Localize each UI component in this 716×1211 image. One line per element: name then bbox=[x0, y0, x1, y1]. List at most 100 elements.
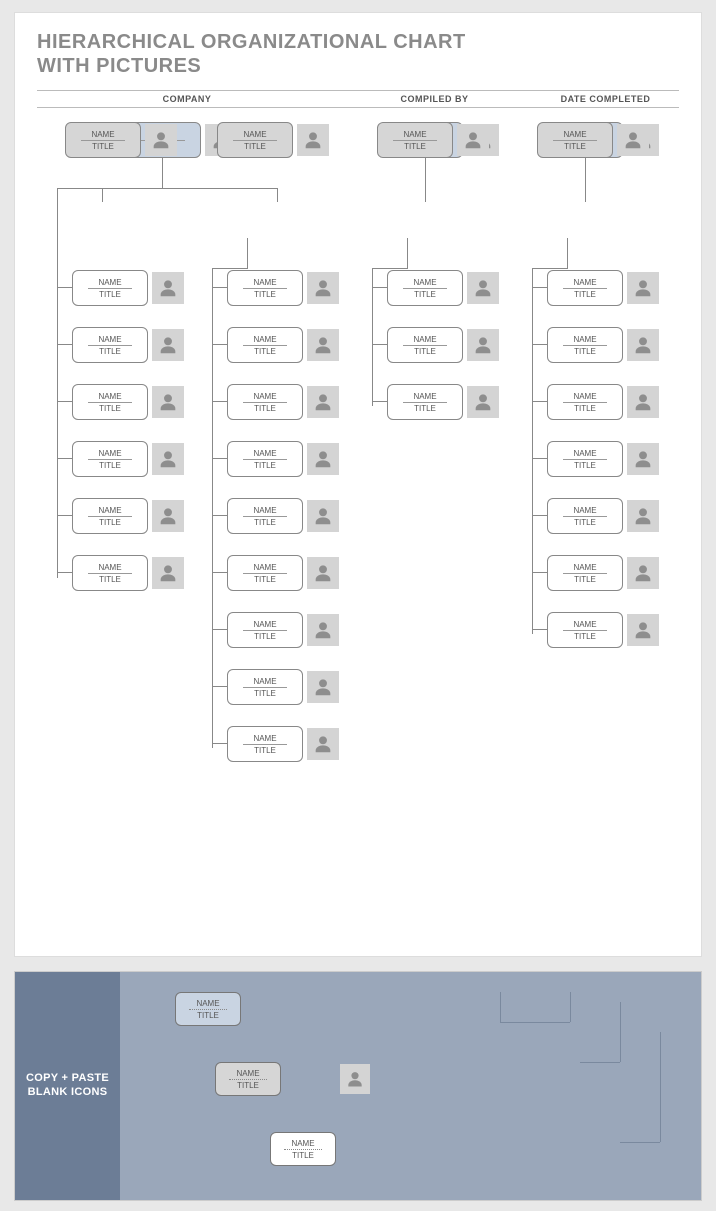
card: NAMETITLE bbox=[387, 327, 463, 363]
org-node-b-child-5[interactable]: NAMETITLE bbox=[227, 555, 339, 591]
org-node-b-child-8[interactable]: NAMETITLE bbox=[227, 726, 339, 762]
card: NAMETITLE bbox=[227, 498, 303, 534]
title: TITLE bbox=[244, 142, 266, 151]
connector bbox=[212, 287, 227, 288]
connector bbox=[57, 344, 72, 345]
org-node-b-child-0[interactable]: NAMETITLE bbox=[227, 270, 339, 306]
name: NAME bbox=[196, 999, 219, 1008]
title: TITLE bbox=[99, 461, 121, 470]
name: NAME bbox=[291, 1139, 314, 1148]
header-compiled: COMPILED BY bbox=[337, 94, 532, 104]
divider bbox=[243, 744, 287, 745]
avatar-icon bbox=[627, 557, 659, 589]
title: TITLE bbox=[254, 290, 276, 299]
header-company: COMPANY bbox=[37, 94, 337, 104]
divider bbox=[563, 459, 607, 460]
org-node-c-child-1[interactable]: NAMETITLE bbox=[387, 327, 499, 363]
divider bbox=[403, 288, 447, 289]
title: TITLE bbox=[254, 404, 276, 413]
connector bbox=[425, 158, 426, 202]
sample-connector[interactable] bbox=[620, 1142, 660, 1143]
title: TITLE bbox=[254, 632, 276, 641]
org-node-a-child-1[interactable]: NAMETITLE bbox=[72, 327, 184, 363]
title: TITLE bbox=[99, 404, 121, 413]
card: NAMETITLE bbox=[537, 122, 613, 158]
avatar-icon bbox=[627, 443, 659, 475]
divider bbox=[243, 459, 287, 460]
connector bbox=[162, 158, 163, 188]
org-node-b-child-2[interactable]: NAMETITLE bbox=[227, 384, 339, 420]
sample-grey-card[interactable]: NAMETITLE bbox=[215, 1062, 281, 1096]
sample-connector[interactable] bbox=[580, 1062, 620, 1063]
sample-connector[interactable] bbox=[620, 1002, 621, 1062]
org-node-a-child-2[interactable]: NAMETITLE bbox=[72, 384, 184, 420]
org-node-b-child-4[interactable]: NAMETITLE bbox=[227, 498, 339, 534]
org-node-b-child-3[interactable]: NAME TITLE bbox=[227, 441, 339, 477]
connector bbox=[212, 458, 227, 459]
card: NAMETITLE bbox=[72, 498, 148, 534]
connector bbox=[585, 158, 586, 202]
divider bbox=[229, 1079, 267, 1080]
divider bbox=[88, 402, 132, 403]
connector bbox=[212, 743, 227, 744]
org-node-a-child-5[interactable]: NAMETITLE bbox=[72, 555, 184, 591]
sample-connector[interactable] bbox=[570, 992, 571, 1022]
name: NAME bbox=[253, 734, 276, 743]
org-node-d-child-6[interactable]: NAMETITLE bbox=[547, 612, 659, 648]
org-node-d-child-3[interactable]: NAMETITLE bbox=[547, 441, 659, 477]
org-node-b-child-7[interactable]: NAMETITLE bbox=[227, 669, 339, 705]
name: NAME bbox=[253, 506, 276, 515]
avatar-icon bbox=[617, 124, 649, 156]
divider bbox=[403, 402, 447, 403]
card: NAMETITLE bbox=[227, 726, 303, 762]
org-node-d-child-1[interactable]: NAMETITLE bbox=[547, 327, 659, 363]
sample-blue-card[interactable]: NAMETITLE bbox=[175, 992, 241, 1026]
org-node-mgr-c[interactable]: NAMETITLE bbox=[377, 122, 489, 158]
title: TITLE bbox=[414, 347, 436, 356]
sample-avatar-icon[interactable] bbox=[340, 1064, 370, 1094]
name: NAME bbox=[253, 449, 276, 458]
org-node-c-child-2[interactable]: NAMETITLE bbox=[387, 384, 499, 420]
connector bbox=[372, 344, 387, 345]
name: NAME bbox=[91, 130, 114, 139]
connector bbox=[57, 188, 58, 578]
card: NAMETITLE bbox=[547, 327, 623, 363]
org-node-mgr-a[interactable]: NAMETITLE bbox=[65, 122, 177, 158]
title: TITLE bbox=[574, 518, 596, 527]
divider bbox=[563, 630, 607, 631]
sample-connector[interactable] bbox=[660, 1032, 661, 1142]
page-title: HIERARCHICAL ORGANIZATIONAL CHART WITH P… bbox=[37, 31, 679, 78]
title: TITLE bbox=[254, 461, 276, 470]
org-node-d-child-5[interactable]: NAMETITLE bbox=[547, 555, 659, 591]
title: TITLE bbox=[574, 347, 596, 356]
divider bbox=[563, 573, 607, 574]
connector bbox=[372, 268, 373, 406]
org-node-b-child-6[interactable]: NAME TITLE bbox=[227, 612, 339, 648]
org-node-a-child-0[interactable]: NAMETITLE bbox=[72, 270, 184, 306]
org-node-d-child-4[interactable]: NAMETITLE bbox=[547, 498, 659, 534]
connector bbox=[212, 629, 227, 630]
org-node-b-child-1[interactable]: NAMETITLE bbox=[227, 327, 339, 363]
sample-white-card[interactable]: NAMETITLE bbox=[270, 1132, 336, 1166]
org-node-a-child-3[interactable]: NAMETITLE bbox=[72, 441, 184, 477]
name: NAME bbox=[98, 278, 121, 287]
org-node-d-child-2[interactable]: NAMETITLE bbox=[547, 384, 659, 420]
card: NAMETITLE bbox=[175, 992, 241, 1026]
connector bbox=[212, 401, 227, 402]
org-node-d-child-0[interactable]: NAMETITLE bbox=[547, 270, 659, 306]
avatar-icon bbox=[152, 272, 184, 304]
divider bbox=[563, 288, 607, 289]
sample-connector[interactable] bbox=[500, 992, 501, 1022]
sample-connector[interactable] bbox=[500, 1022, 570, 1023]
header-row: COMPANY COMPILED BY DATE COMPLETED bbox=[37, 90, 679, 108]
org-node-mgr-b[interactable]: NAMETITLE bbox=[217, 122, 329, 158]
connector bbox=[212, 268, 213, 748]
avatar-icon bbox=[307, 728, 339, 760]
connector bbox=[212, 344, 227, 345]
name: NAME bbox=[563, 130, 586, 139]
org-node-mgr-d[interactable]: NAMETITLE bbox=[537, 122, 649, 158]
org-node-c-child-0[interactable]: NAMETITLE bbox=[387, 270, 499, 306]
name: NAME bbox=[253, 620, 276, 629]
org-node-a-child-4[interactable]: NAMETITLE bbox=[72, 498, 184, 534]
name: NAME bbox=[253, 563, 276, 572]
